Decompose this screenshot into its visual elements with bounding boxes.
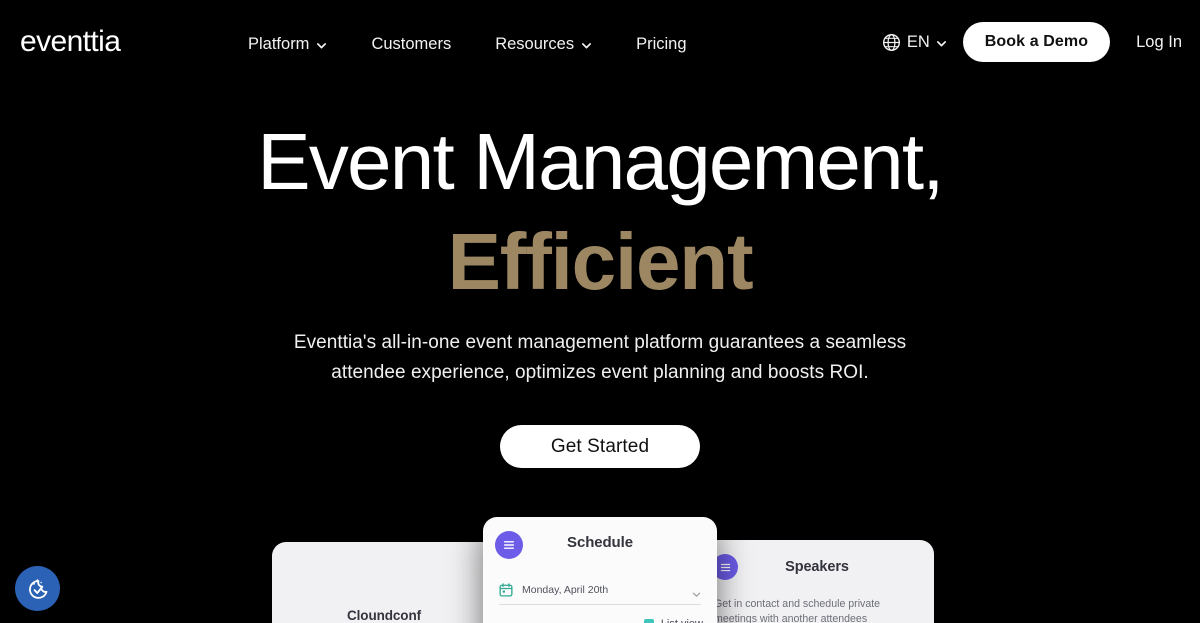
mockup-center-title: Schedule	[567, 534, 633, 551]
eventtia-logo[interactable]: eventtia	[20, 27, 121, 57]
primary-nav-links: Platform Customers Resources Pricing	[248, 30, 687, 59]
mockup-right-title: Speakers	[785, 559, 849, 575]
log-in-link[interactable]: Log In	[1136, 33, 1182, 52]
hero-subheadline-line-2: attendee experience, optimizes event pla…	[331, 361, 869, 383]
nav-item-platform-label: Platform	[248, 35, 310, 53]
book-a-demo-button[interactable]: Book a Demo	[962, 22, 1111, 62]
nav-item-customers-label: Customers	[371, 35, 452, 53]
nav-item-customers[interactable]: Customers	[371, 30, 451, 59]
page-root: eventtia Platform Customers Resources Pr…	[0, 0, 1200, 623]
hero-subheadline-line-1: Eventtia's all-in-one event management p…	[293, 332, 907, 353]
chevron-down-icon	[936, 38, 947, 49]
client-logo-strip: Van Cleef & Arpels B ExxonMobil NIS	[0, 588, 1200, 623]
chevron-down-icon	[581, 40, 592, 51]
nav-item-pricing[interactable]: Pricing	[636, 30, 686, 59]
headline-line-2: Efficient	[447, 217, 754, 306]
chevron-down-icon	[316, 40, 327, 51]
nav-item-resources[interactable]: Resources	[495, 30, 592, 59]
nav-actions: EN Book a Demo Log In	[882, 22, 1182, 62]
headline-line-1: Event Management,	[257, 117, 944, 206]
cookie-consent-button[interactable]	[15, 566, 60, 611]
language-selector[interactable]: EN	[882, 33, 947, 52]
language-label: EN	[906, 32, 930, 51]
cookie-consent-icon	[23, 574, 53, 604]
get-started-button[interactable]: Get Started	[500, 425, 700, 468]
nav-item-pricing-label: Pricing	[636, 35, 687, 53]
nav-item-resources-label: Resources	[495, 35, 575, 53]
globe-icon	[882, 33, 901, 52]
top-navigation-bar: eventtia Platform Customers Resources Pr…	[0, 0, 1200, 88]
nav-item-platform[interactable]: Platform	[248, 30, 327, 59]
hero-cta-container: Get Started	[0, 425, 1200, 468]
page-title: Event Management, Efficient	[0, 112, 1200, 312]
hero-subheadline: Eventtia's all-in-one event management p…	[0, 328, 1200, 387]
